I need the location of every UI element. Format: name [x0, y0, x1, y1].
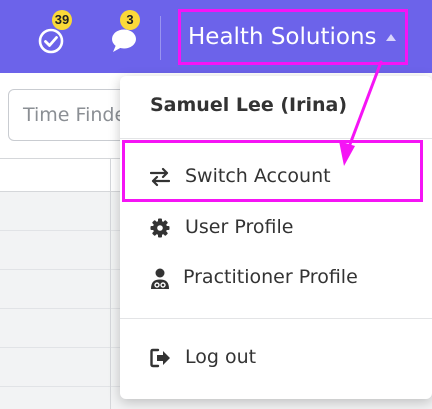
account-name: Health Solutions — [188, 24, 377, 50]
messages-count-badge: 3 — [120, 10, 140, 30]
grid-row-line — [0, 386, 120, 387]
menu-item-log-out[interactable]: Log out — [120, 336, 432, 380]
account-menu-button[interactable]: Health Solutions — [178, 9, 408, 65]
header-divider — [160, 16, 161, 60]
menu-divider — [120, 318, 432, 319]
menu-divider — [120, 138, 432, 139]
menu-item-label: Practitioner Profile — [183, 266, 358, 288]
chat-bubble-icon — [112, 29, 136, 52]
menu-item-label: Log out — [185, 346, 257, 368]
search-placeholder: Time Finde — [23, 104, 127, 126]
grid-row-line — [0, 347, 120, 348]
menu-item-user-profile[interactable]: User Profile — [120, 206, 432, 250]
caret-up-icon — [386, 34, 396, 41]
practitioner-icon — [151, 268, 169, 289]
top-navigation-bar: 39 3 Health Solutions — [0, 0, 432, 73]
switch-account-highlight — [122, 140, 423, 202]
current-user-name: Samuel Lee (Irina) — [150, 94, 348, 116]
grid-row-line — [0, 230, 120, 231]
account-dropdown-menu: Samuel Lee (Irina) Switch Account User P… — [120, 76, 432, 399]
grid-row-line — [0, 308, 120, 309]
messages-button[interactable]: 3 — [106, 10, 146, 60]
gear-icon — [150, 218, 170, 238]
check-circle-icon — [38, 28, 64, 54]
menu-item-label: User Profile — [185, 216, 294, 238]
grid-column-line — [110, 159, 111, 409]
sign-out-icon — [150, 348, 170, 368]
tasks-button[interactable]: 39 — [34, 10, 74, 60]
menu-item-practitioner-profile[interactable]: Practitioner Profile — [120, 256, 432, 300]
grid-row-line — [0, 269, 120, 270]
tasks-count-badge: 39 — [52, 10, 72, 30]
